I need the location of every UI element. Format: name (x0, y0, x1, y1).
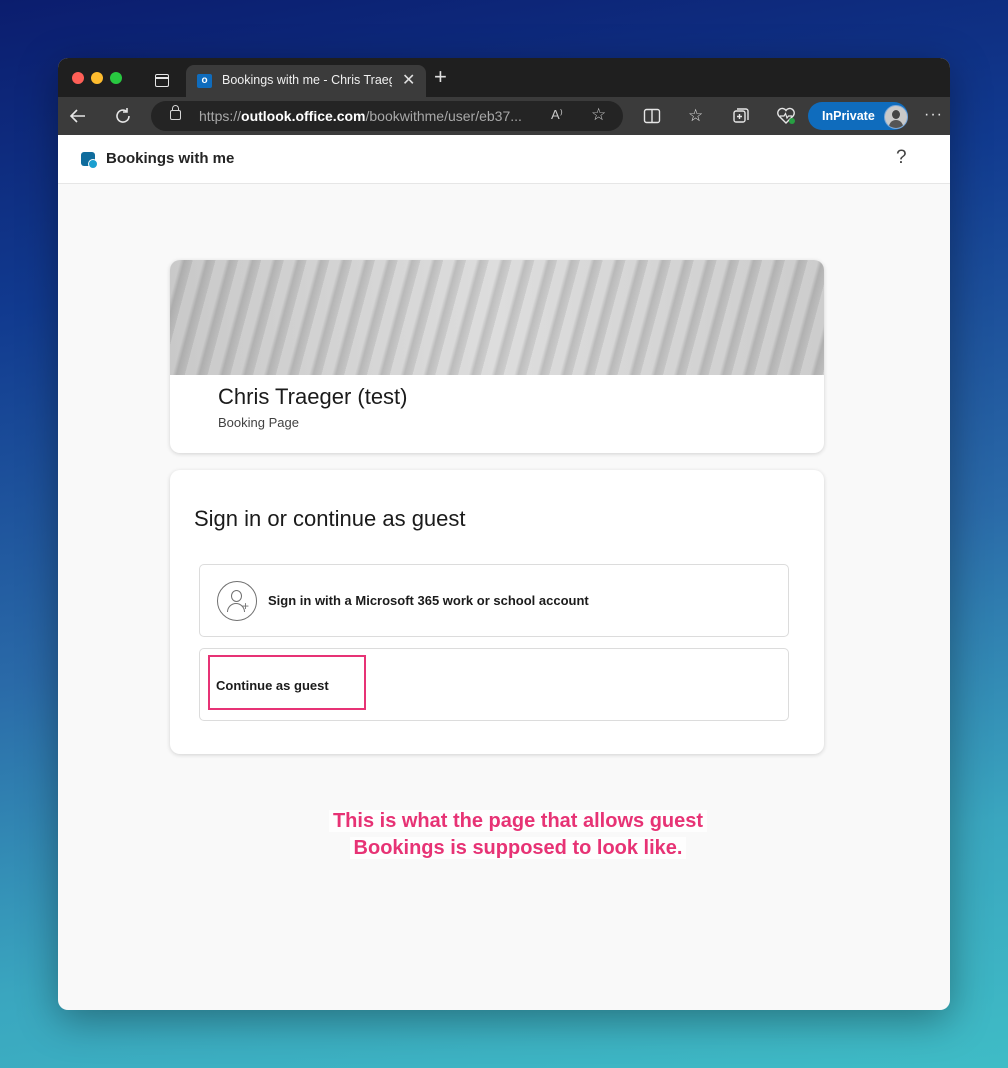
lock-icon[interactable] (170, 105, 181, 120)
address-bar[interactable]: https://outlook.office.com/bookwithme/us… (151, 101, 623, 131)
tab-title: Bookings with me - Chris Traeger (test) (222, 73, 392, 87)
browser-essentials-icon[interactable] (776, 107, 796, 125)
new-tab-button[interactable]: + (434, 66, 447, 88)
cover-image (170, 260, 824, 375)
inprivate-label: InPrivate (822, 109, 875, 123)
favorites-icon[interactable]: ☆ (688, 107, 703, 124)
read-aloud-icon[interactable]: A⁾ (551, 107, 563, 123)
favorite-star-icon[interactable]: ☆ (591, 105, 606, 125)
booking-page-subtitle: Booking Page (218, 415, 299, 430)
guest-highlight-box (208, 655, 366, 710)
refresh-icon[interactable] (114, 107, 132, 125)
booking-owner-name: Chris Traeger (test) (218, 384, 408, 409)
tab-close-icon[interactable]: ✕ (402, 70, 415, 90)
close-window-button[interactable] (72, 72, 84, 84)
outlook-favicon-icon: o (197, 74, 212, 88)
browser-toolbar: https://outlook.office.com/bookwithme/us… (58, 97, 950, 135)
microsoft-signin-label: Sign in with a Microsoft 365 work or sch… (268, 593, 589, 608)
app-title: Bookings with me (106, 150, 235, 167)
inprivate-button[interactable]: InPrivate (808, 102, 908, 130)
tab-actions-icon[interactable] (155, 74, 169, 87)
bookings-logo-icon (81, 152, 98, 169)
help-icon[interactable]: ? (896, 147, 907, 169)
collections-icon[interactable] (732, 107, 750, 125)
title-bar: o Bookings with me - Chris Traeger (test… (58, 58, 950, 97)
annotation-line-2: Bookings is supposed to look like. (349, 837, 687, 859)
annotation-caption: This is what the page that allows guest … (258, 808, 778, 862)
person-add-icon: + (217, 581, 257, 621)
maximize-window-button[interactable] (110, 72, 122, 84)
more-icon[interactable]: ··· (924, 106, 943, 124)
microsoft-signin-button[interactable]: + Sign in with a Microsoft 365 work or s… (199, 564, 789, 637)
minimize-window-button[interactable] (91, 72, 103, 84)
signin-card: Sign in or continue as guest + Sign in w… (170, 470, 824, 754)
profile-card: Chris Traeger (test) Booking Page (170, 260, 824, 453)
browser-window: o Bookings with me - Chris Traeger (test… (58, 58, 950, 1010)
split-screen-icon[interactable] (643, 108, 661, 124)
profile-avatar-icon (884, 105, 908, 129)
tab-bookings[interactable]: o Bookings with me - Chris Traeger (test… (186, 65, 426, 97)
url-text[interactable]: https://outlook.office.com/bookwithme/us… (199, 108, 522, 124)
annotation-line-1: This is what the page that allows guest (328, 810, 708, 832)
signin-heading: Sign in or continue as guest (194, 506, 466, 531)
app-header: Bookings with me ? (58, 135, 950, 184)
back-icon[interactable] (69, 107, 87, 125)
